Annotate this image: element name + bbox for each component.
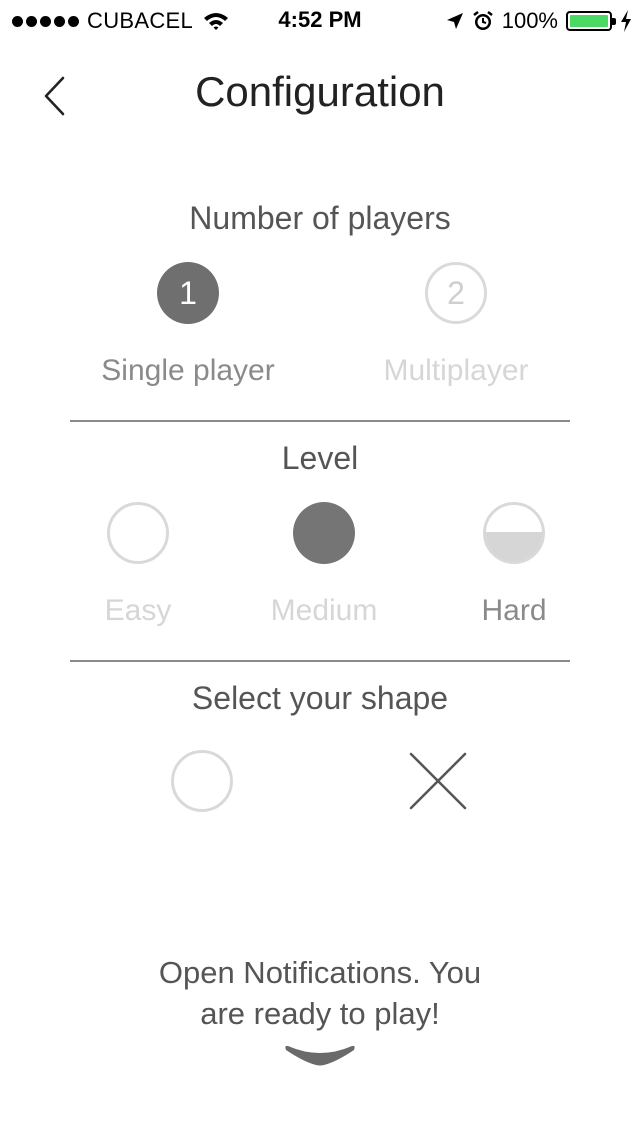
battery-percent: 100% (501, 8, 558, 33)
level-medium-option[interactable]: Medium (234, 502, 414, 628)
page-title: Configuration (195, 68, 445, 115)
status-bar: CUBACEL 4:52 PM 100% (0, 0, 640, 40)
divider (70, 420, 570, 422)
location-arrow-icon (446, 13, 463, 29)
level-hard-option[interactable]: Hard (434, 502, 594, 628)
alarm-icon (472, 11, 493, 30)
cross-shape-icon[interactable] (408, 751, 468, 811)
level-easy-label: Easy (104, 594, 172, 627)
notice-line-2: are ready to play! (200, 996, 440, 1031)
level-medium-label: Medium (270, 594, 378, 627)
level-hard-label: Hard (481, 594, 547, 627)
circle-shape-icon[interactable] (171, 750, 233, 812)
divider (70, 660, 570, 662)
player-number-badge: 1 (157, 262, 219, 324)
players-section-title: Number of players (189, 200, 451, 236)
shape-section-title: Select your shape (191, 680, 449, 716)
hard-half-circle-icon (483, 502, 545, 564)
single-player-option[interactable]: 1 Single player (88, 262, 288, 388)
notice-line-1: Open Notifications. You (158, 955, 482, 990)
single-player-label: Single player (101, 354, 275, 387)
player-number-badge: 2 (425, 262, 487, 324)
multiplayer-label: Multiplayer (383, 354, 529, 387)
level-section-title: Level (281, 440, 359, 476)
battery-fill (570, 15, 608, 27)
ready-notice: Open Notifications. You are ready to pla… (0, 952, 640, 1034)
level-easy-option[interactable]: Easy (58, 502, 218, 628)
battery-icon (566, 11, 616, 31)
multiplayer-option[interactable]: 2 Multiplayer (356, 262, 556, 388)
status-right: 100% (446, 8, 632, 34)
easy-circle-icon (107, 502, 169, 564)
medium-circle-icon (293, 502, 355, 564)
chevron-down-icon[interactable] (284, 1040, 356, 1070)
charging-bolt-icon (621, 10, 631, 32)
